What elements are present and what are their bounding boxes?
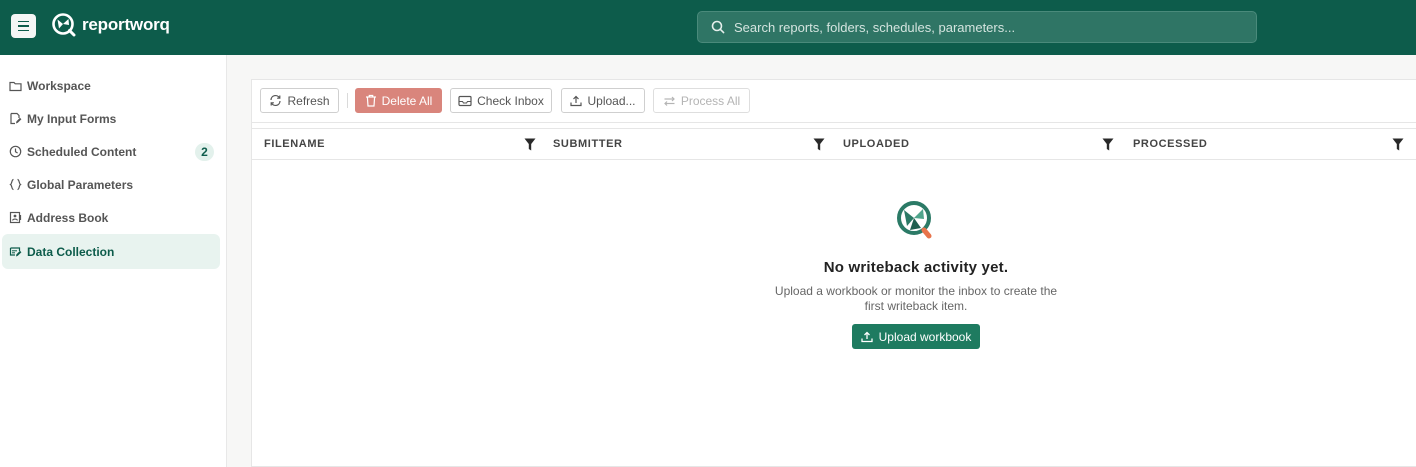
sidebar-item-label: My Input Forms xyxy=(27,111,117,126)
sidebar-item-my-input-forms[interactable]: My Input Forms xyxy=(2,102,220,135)
filter-icon[interactable] xyxy=(1392,138,1404,151)
empty-state-title: No writeback activity yet. xyxy=(823,259,1009,276)
contact-card-icon xyxy=(9,211,22,224)
menu-line xyxy=(18,25,29,27)
reportworq-logo-icon xyxy=(897,201,932,239)
sidebar-item-workspace[interactable]: Workspace xyxy=(2,69,220,102)
toolbar-divider xyxy=(347,93,348,108)
folder-icon xyxy=(9,79,22,92)
inbox-icon xyxy=(458,95,472,106)
braces-icon xyxy=(9,178,22,191)
hamburger-menu-button[interactable] xyxy=(11,14,36,38)
form-edit-icon xyxy=(9,112,22,125)
filter-icon[interactable] xyxy=(1102,138,1114,151)
delete-all-button[interactable]: Delete All xyxy=(355,88,442,113)
sidebar-item-global-parameters[interactable]: Global Parameters xyxy=(2,168,220,201)
brand-name: reportworq xyxy=(82,15,170,34)
upload-label: Upload... xyxy=(587,93,636,108)
table-header: FILENAME SUBMITTER UPLOADED PROCESSED xyxy=(252,128,1416,160)
process-arrows-icon xyxy=(663,96,675,106)
delete-all-label: Delete All xyxy=(381,93,433,108)
filter-icon[interactable] xyxy=(813,138,825,151)
sidebar-item-data-collection[interactable]: Data Collection xyxy=(2,234,220,269)
upload-icon xyxy=(860,331,873,342)
global-search[interactable] xyxy=(697,11,1257,43)
data-edit-icon xyxy=(9,245,22,258)
empty-state-text: Upload a workbook or monitor the inbox t… xyxy=(774,284,1058,313)
brand-logo[interactable]: reportworq xyxy=(52,13,170,37)
toolbar: Refresh Delete All Check Inbox Upload...… xyxy=(252,80,1416,123)
data-collection-panel: Refresh Delete All Check Inbox Upload...… xyxy=(251,79,1416,467)
menu-line xyxy=(18,20,29,23)
menu-line xyxy=(18,29,29,32)
column-header-submitter[interactable]: SUBMITTER xyxy=(553,129,623,159)
trash-icon xyxy=(365,94,376,107)
upload-workbook-button[interactable]: Upload workbook xyxy=(851,324,981,349)
refresh-icon xyxy=(270,94,282,107)
column-header-processed[interactable]: PROCESSED xyxy=(1133,129,1207,159)
column-header-label: PROCESSED xyxy=(1133,138,1208,150)
refresh-label: Refresh xyxy=(287,93,330,108)
sidebar-item-scheduled-content[interactable]: Scheduled Content 2 xyxy=(2,135,220,168)
scheduled-count-badge: 2 xyxy=(195,143,214,161)
column-header-label: UPLOADED xyxy=(843,138,910,150)
sidebar-item-address-book[interactable]: Address Book xyxy=(2,201,220,234)
top-bar: reportworq xyxy=(0,0,1416,55)
sidebar-item-label: Workspace xyxy=(27,78,91,93)
search-icon xyxy=(711,20,725,34)
clock-icon xyxy=(9,145,22,158)
sidebar-item-label: Data Collection xyxy=(27,244,115,259)
process-all-button[interactable]: Process All xyxy=(653,88,750,113)
upload-button[interactable]: Upload... xyxy=(561,88,645,113)
column-header-label: FILENAME xyxy=(264,138,326,150)
check-inbox-button[interactable]: Check Inbox xyxy=(450,88,552,113)
sidebar: Workspace My Input Forms Scheduled Conte… xyxy=(0,55,227,467)
refresh-button[interactable]: Refresh xyxy=(260,88,339,113)
sidebar-item-label: Global Parameters xyxy=(27,177,134,192)
filter-icon[interactable] xyxy=(524,138,536,151)
sidebar-item-label: Scheduled Content xyxy=(27,144,137,159)
upload-workbook-label: Upload workbook xyxy=(878,329,972,344)
main-content: Refresh Delete All Check Inbox Upload...… xyxy=(227,55,1416,467)
process-all-label: Process All xyxy=(680,93,741,108)
column-header-label: SUBMITTER xyxy=(553,138,623,150)
upload-icon xyxy=(570,95,583,106)
sidebar-item-label: Address Book xyxy=(27,210,109,225)
search-input[interactable] xyxy=(734,19,1234,35)
column-header-uploaded[interactable]: UPLOADED xyxy=(843,129,910,159)
empty-state: No writeback activity yet. Upload a work… xyxy=(766,200,1066,349)
column-header-filename[interactable]: FILENAME xyxy=(264,129,325,159)
reportworq-logo-icon xyxy=(52,13,76,37)
check-inbox-label: Check Inbox xyxy=(477,93,544,108)
